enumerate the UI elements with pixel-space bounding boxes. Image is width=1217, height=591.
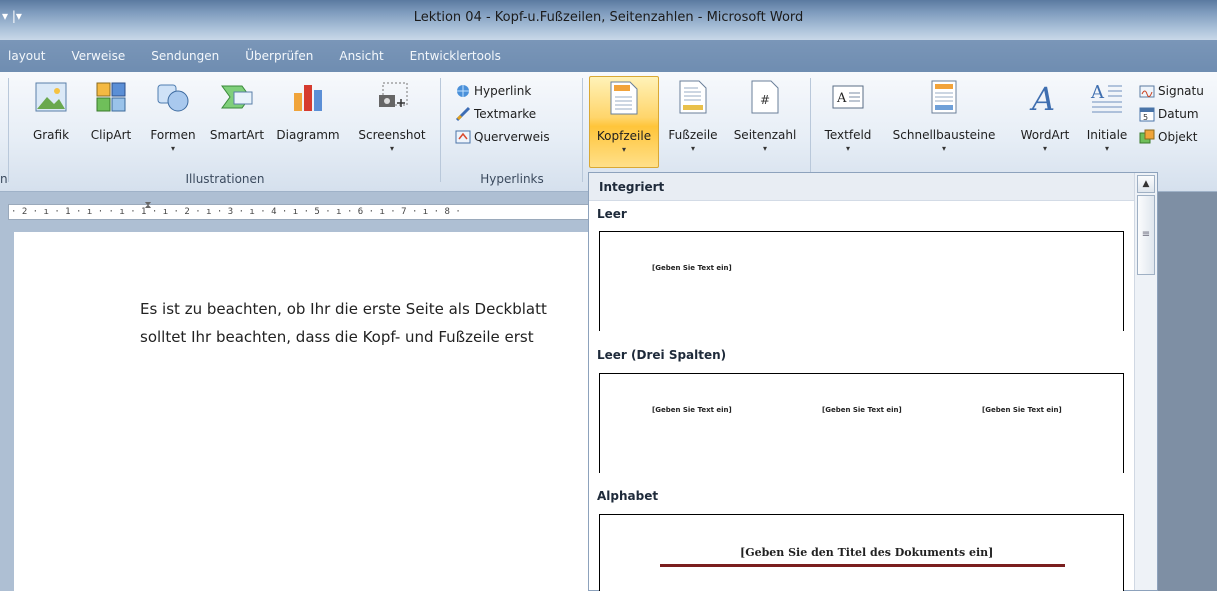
fusszeile-button[interactable]: Fußzeile ▾ — [662, 80, 724, 153]
gallery-section-header: Integriert — [589, 173, 1134, 201]
gallery-item-leer[interactable]: [Geben Sie Text ein] — [599, 231, 1124, 331]
group-separator — [440, 78, 441, 182]
tab-entwicklertools[interactable]: Entwicklertools — [397, 40, 514, 72]
grafik-button[interactable]: Grafik — [26, 80, 76, 142]
smartart-button[interactable]: SmartArt — [206, 80, 268, 142]
document-page[interactable] — [14, 232, 590, 591]
gallery-item-leer-drei-spalten[interactable]: [Geben Sie Text ein] [Geben Sie Text ein… — [599, 373, 1124, 473]
kopfzeile-gallery: Integriert Leer [Geben Sie Text ein] Lee… — [588, 172, 1158, 591]
ribbon-left-stub: n — [0, 72, 8, 192]
diagramm-button[interactable]: Diagramm — [272, 80, 344, 142]
gallery-item-alphabet[interactable]: [Geben Sie den Titel des Dokuments ein] — [599, 514, 1124, 591]
tab-sendungen[interactable]: Sendungen — [138, 40, 232, 72]
alphabet-rule — [660, 564, 1065, 567]
clipart-icon — [94, 80, 128, 114]
object-icon — [1138, 128, 1155, 145]
chart-icon — [291, 80, 325, 114]
screenshot-icon — [375, 80, 409, 114]
globe-link-icon — [454, 82, 471, 99]
kopfzeile-button[interactable]: Kopfzeile ▾ — [589, 76, 659, 168]
svg-text:#: # — [760, 93, 770, 107]
textmarke-button[interactable]: Textmarke — [454, 105, 536, 122]
screenshot-button[interactable]: Screenshot ▾ — [352, 80, 432, 153]
ribbon-tabs: layout Verweise Sendungen Überprüfen Ans… — [0, 40, 1217, 72]
datum-button[interactable]: 5 Datum — [1138, 105, 1199, 122]
chevron-down-icon: ▾ — [1104, 144, 1109, 153]
svg-text:A: A — [1090, 82, 1105, 103]
picture-icon — [34, 80, 68, 114]
tab-ueberpruefen[interactable]: Überprüfen — [232, 40, 326, 72]
document-body[interactable]: Es ist zu beachten, ob Ihr die erste Sei… — [140, 295, 588, 351]
placeholder-title-text: [Geben Sie den Titel des Dokuments ein] — [740, 546, 994, 559]
window-title: Lektion 04 - Kopf-u.Fußzeilen, Seitenzah… — [413, 10, 804, 25]
indent-marker-icon[interactable]: ⧗ — [143, 200, 153, 222]
scroll-up-icon[interactable]: ▲ — [1137, 175, 1155, 193]
header-page-icon — [607, 81, 641, 115]
objekt-button[interactable]: Objekt — [1138, 128, 1197, 145]
textfeld-button[interactable]: A Textfeld ▾ — [818, 80, 878, 153]
ruler-scale: · 2 · ı · 1 · ı · · ı · 1 · ı · 2 · ı · … — [8, 204, 590, 220]
group-separator — [810, 78, 811, 182]
chevron-down-icon: ▾ — [1042, 144, 1047, 153]
placeholder-text: [Geben Sie Text ein] — [982, 406, 1062, 414]
tab-layout[interactable]: layout — [0, 40, 58, 72]
bookmark-icon — [454, 105, 471, 122]
calendar-icon: 5 — [1138, 105, 1155, 122]
hyperlink-button[interactable]: Hyperlink — [454, 82, 531, 99]
group-label-illustrationen: Illustrationen — [185, 172, 265, 186]
smartart-icon — [220, 80, 254, 114]
tab-ansicht[interactable]: Ansicht — [326, 40, 396, 72]
document-line: solltet Ihr beachten, dass die Kopf- und… — [140, 328, 534, 346]
group-separator — [582, 78, 583, 182]
schnellbausteine-button[interactable]: Schnellbausteine ▾ — [880, 80, 1008, 153]
seitenzahl-button[interactable]: # Seitenzahl ▾ — [727, 80, 803, 153]
formen-button[interactable]: Formen ▾ — [144, 80, 202, 153]
gallery-item-label: Leer (Drei Spalten) — [597, 348, 727, 362]
signature-icon — [1138, 82, 1155, 99]
chevron-down-icon: ▾ — [845, 144, 850, 153]
group-label-hyperlinks: Hyperlinks — [480, 172, 544, 186]
footer-page-icon — [676, 80, 710, 114]
shapes-icon — [156, 80, 190, 114]
chevron-down-icon: ▾ — [170, 144, 175, 153]
querverweis-button[interactable]: Querverweis — [454, 128, 550, 145]
svg-text:A: A — [836, 91, 847, 106]
page-number-icon: # — [748, 80, 782, 114]
gallery-item-label: Alphabet — [597, 489, 659, 503]
chevron-down-icon: ▾ — [389, 144, 394, 153]
cross-reference-icon — [454, 128, 471, 145]
chevron-down-icon: ▾ — [941, 144, 946, 153]
drop-cap-icon: A — [1090, 80, 1124, 114]
placeholder-text: [Geben Sie Text ein] — [822, 406, 902, 414]
title-bar: ▾ |▾ Lektion 04 - Kopf-u.Fußzeilen, Seit… — [0, 0, 1217, 40]
svg-text:5: 5 — [1143, 113, 1148, 122]
textbox-icon: A — [831, 80, 865, 114]
quick-parts-icon — [927, 80, 961, 114]
scroll-thumb[interactable]: ≡ — [1137, 195, 1155, 275]
gallery-item-label: Leer — [597, 207, 627, 221]
clipart-button[interactable]: ClipArt — [85, 80, 137, 142]
chevron-down-icon: ▾ — [762, 144, 767, 153]
left-group-label-stub: n — [0, 172, 8, 186]
workspace-background — [1158, 192, 1217, 591]
chevron-down-icon: ▾ — [621, 145, 626, 154]
svg-text:A: A — [1029, 80, 1055, 114]
group-separator — [8, 78, 9, 182]
horizontal-ruler[interactable]: · 2 · ı · 1 · ı · · ı · 1 · ı · 2 · ı · … — [0, 192, 590, 232]
gallery-scrollbar[interactable]: ▲ ≡ — [1134, 173, 1157, 590]
placeholder-text: [Geben Sie Text ein] — [652, 264, 732, 272]
tab-verweise[interactable]: Verweise — [58, 40, 138, 72]
wordart-icon: A — [1028, 80, 1062, 114]
initiale-button[interactable]: A Initiale ▾ — [1081, 80, 1133, 153]
wordart-button[interactable]: A WordArt ▾ — [1010, 80, 1080, 153]
document-line: Es ist zu beachten, ob Ihr die erste Sei… — [140, 300, 547, 318]
chevron-down-icon: ▾ — [690, 144, 695, 153]
signatur-button[interactable]: Signatu — [1138, 82, 1204, 99]
placeholder-text: [Geben Sie Text ein] — [652, 406, 732, 414]
